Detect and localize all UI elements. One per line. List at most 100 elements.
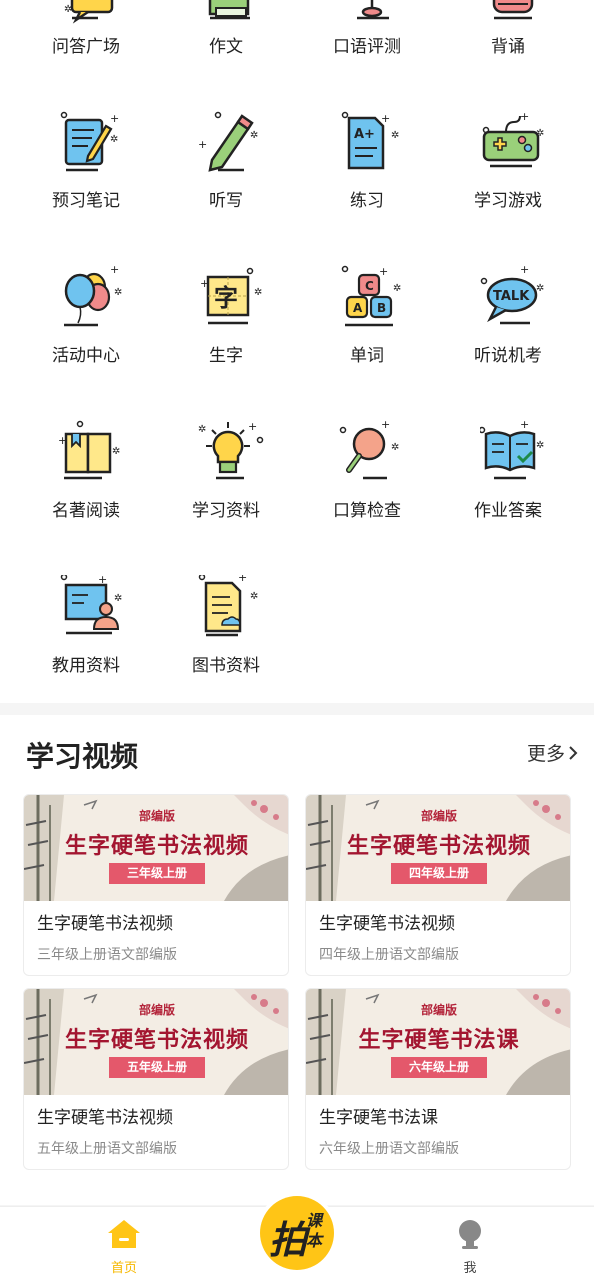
tab-me[interactable]: 我 <box>430 1219 510 1276</box>
video-card[interactable]: 部编版 生字硬笔书法课 六年级上册 生字硬笔书法课 六年级上册语文部编版 <box>305 988 571 1170</box>
svg-text:✲: ✲ <box>391 442 399 453</box>
lightbulb-icon: ✲ + <box>198 420 264 486</box>
grid-item-book-materials[interactable]: + ✲ 图书资料 <box>156 571 296 703</box>
grid-label: 学习游戏 <box>474 191 542 211</box>
grid-label: 教用资料 <box>52 656 120 676</box>
svg-text:✲: ✲ <box>110 134 118 145</box>
grid-label: 单词 <box>350 346 384 366</box>
svg-text:C: C <box>365 279 374 293</box>
grid-label: 听说机考 <box>474 346 542 366</box>
svg-text:+: + <box>248 420 257 433</box>
grid-item-preview-notes[interactable]: + ✲ 预习笔记 <box>16 110 156 240</box>
grade-ribbon: 四年级上册 <box>391 863 487 884</box>
video-card[interactable]: 部编版 生字硬笔书法视频 五年级上册 生字硬笔书法视频 五年级上册语文部编版 <box>23 988 289 1170</box>
edition-tag: 部编版 <box>420 809 457 823</box>
video-title: 生字硬笔书法视频 <box>37 914 173 934</box>
recite-icon <box>480 0 546 36</box>
grid-item-study-materials[interactable]: ✲ + 学习资料 <box>156 420 296 550</box>
grid-label: 学习资料 <box>192 501 260 521</box>
video-title: 生字硬笔书法视频 <box>319 914 455 934</box>
grid-label: 听写 <box>209 191 243 211</box>
document-cloud-icon: + ✲ <box>198 571 264 641</box>
video-card[interactable]: 部编版 生字硬笔书法视频 三年级上册 生字硬笔书法视频 三年级上册语文部编版 <box>23 794 289 976</box>
video-subtitle: 三年级上册语文部编版 <box>37 947 177 963</box>
speech-bubble-icon: ✲ <box>58 0 124 36</box>
svg-text:✲: ✲ <box>250 130 258 141</box>
microphone-stand-icon <box>339 0 405 36</box>
grid-label: 问答广场 <box>52 37 120 57</box>
svg-text:✲: ✲ <box>391 130 399 141</box>
grid-item-homework-answers[interactable]: + ✲ 作业答案 <box>438 418 578 550</box>
edition-tag: 部编版 <box>138 1003 175 1017</box>
grid-item-activity-center[interactable]: + ✲ 活动中心 <box>16 263 156 395</box>
study-videos-section: 学习视频 更多 部编版 生字硬笔书法视频 三年级上册 生字硬笔书法视频 三年级上… <box>0 715 594 1205</box>
video-thumbnail: 部编版 生字硬笔书法视频 三年级上册 <box>24 795 288 901</box>
grid-item-teaching-materials[interactable]: + ✲ 教用资料 <box>16 573 156 703</box>
notebook-pencil-icon: + ✲ <box>58 110 124 176</box>
balloons-icon: + ✲ <box>58 263 124 331</box>
banner-title: 生字硬笔书法视频 <box>64 1028 249 1053</box>
grid-item-composition[interactable]: 作文 <box>156 0 296 100</box>
svg-text:+: + <box>520 420 529 431</box>
grid-item-recite[interactable]: 背诵 <box>438 0 578 100</box>
snap-textbook-button[interactable]: 拍 课本 <box>256 1192 338 1274</box>
more-link[interactable]: 更多 <box>527 739 578 766</box>
svg-text:字: 字 <box>214 284 238 312</box>
svg-text:TALK: TALK <box>493 289 530 304</box>
grid-label: 练习 <box>350 191 384 211</box>
edition-tag: 部编版 <box>420 1003 457 1017</box>
svg-text:+: + <box>110 112 119 125</box>
video-subtitle: 四年级上册语文部编版 <box>319 947 459 963</box>
svg-text:✲: ✲ <box>112 446 120 457</box>
video-title: 生字硬笔书法视频 <box>37 1108 173 1128</box>
svg-text:+: + <box>520 265 529 276</box>
grid-label: 作文 <box>209 37 243 57</box>
video-subtitle: 六年级上册语文部编版 <box>319 1141 459 1157</box>
grid-item-oral-test[interactable]: 口语评测 <box>297 0 437 100</box>
svg-text:✲: ✲ <box>198 424 206 435</box>
grid-item-practice[interactable]: + ✲ A+ 练习 <box>297 110 437 240</box>
grade-ribbon: 三年级上册 <box>109 863 205 884</box>
grid-label: 作业答案 <box>474 501 542 521</box>
svg-text:✲: ✲ <box>250 591 258 602</box>
svg-text:B: B <box>377 301 386 315</box>
grid-item-words[interactable]: + ✲ C A B 单词 <box>297 265 437 395</box>
svg-text:A: A <box>353 301 363 315</box>
teacher-board-icon: + ✲ <box>58 573 124 641</box>
banner-title: 生字硬笔书法视频 <box>346 834 531 859</box>
composition-book-icon <box>198 0 264 36</box>
snap-textbook-logo: 拍 课本 <box>260 1196 334 1270</box>
grid-item-listening-speaking-exam[interactable]: + ✲ TALK 听说机考 <box>438 263 578 395</box>
grid-item-classic-reading[interactable]: + ✲ 名著阅读 <box>16 420 156 550</box>
open-book-icon: + ✲ <box>58 420 124 486</box>
grid-item-new-characters[interactable]: + ✲ 字 生字 <box>156 265 296 395</box>
tab-me-label: 我 <box>463 1261 477 1276</box>
grid-item-qa-square[interactable]: ✲ 问答广场 <box>16 0 156 100</box>
svg-text:✲: ✲ <box>114 593 122 604</box>
banner-title: 生字硬笔书法课 <box>358 1028 520 1053</box>
grid-item-learning-games[interactable]: + ✲ 学习游戏 <box>438 110 578 240</box>
svg-text:✲: ✲ <box>536 283 544 294</box>
svg-text:A+: A+ <box>354 127 375 142</box>
grid-label: 口算检查 <box>333 501 401 521</box>
svg-text:+: + <box>381 112 390 125</box>
svg-text:+: + <box>238 575 247 584</box>
grid-label: 生字 <box>209 346 243 366</box>
grid-item-dictation[interactable]: + ✲ 听写 <box>156 110 296 240</box>
pencil-icon: + ✲ <box>198 110 264 176</box>
grade-ribbon: 五年级上册 <box>109 1057 205 1078</box>
magnifier-icon: + ✲ <box>339 418 405 486</box>
svg-text:✲: ✲ <box>536 440 544 451</box>
grid-label: 活动中心 <box>52 346 120 366</box>
profile-icon <box>459 1220 481 1249</box>
chevron-right-icon <box>569 745 578 760</box>
video-card[interactable]: 部编版 生字硬笔书法视频 四年级上册 生字硬笔书法视频 四年级上册语文部编版 <box>305 794 571 976</box>
svg-text:+: + <box>520 110 529 123</box>
tab-home[interactable]: 首页 <box>84 1219 164 1276</box>
svg-text:✲: ✲ <box>254 287 262 298</box>
tab-home-label: 首页 <box>110 1261 137 1276</box>
grid-item-mental-arithmetic-check[interactable]: + ✲ 口算检查 <box>297 418 437 550</box>
more-label: 更多 <box>526 743 565 765</box>
grid-label: 背诵 <box>491 37 525 57</box>
gamepad-icon: + ✲ <box>480 110 546 176</box>
